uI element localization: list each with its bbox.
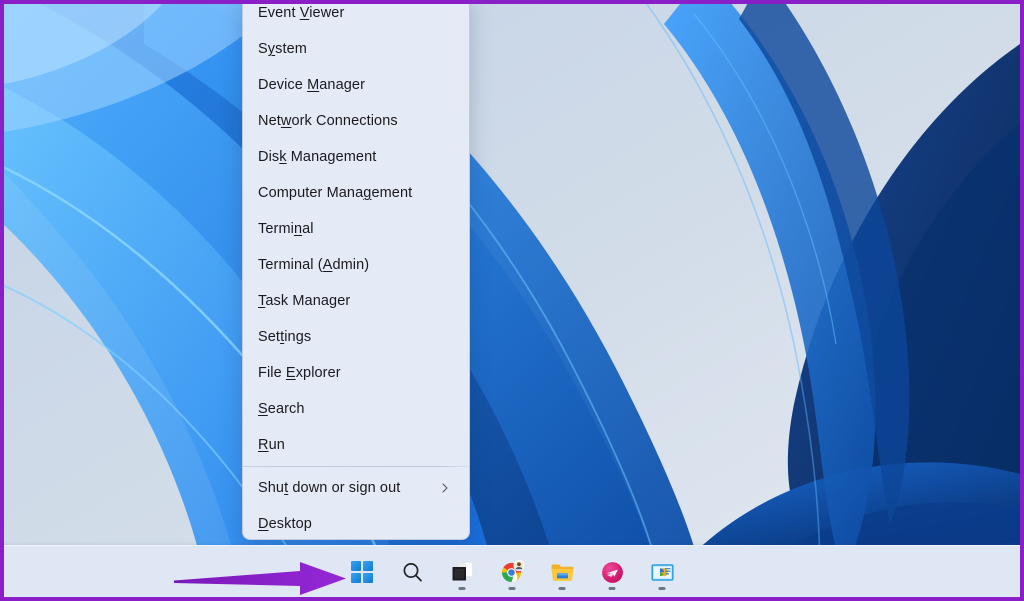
desktop-wallpaper[interactable] bbox=[4, 4, 1020, 597]
chevron-right-icon bbox=[439, 482, 451, 494]
menu-item-label: Task Manager bbox=[258, 293, 351, 309]
menu-item-label: Search bbox=[258, 401, 305, 417]
windows-start-icon bbox=[350, 560, 375, 585]
menu-item-desktop[interactable]: Desktop bbox=[243, 506, 469, 539]
wallpaper-artwork bbox=[4, 4, 1020, 597]
menu-item-run[interactable]: Run bbox=[243, 427, 469, 463]
taskbar-button-tray bbox=[341, 546, 683, 597]
taskbar-task-view-button[interactable] bbox=[441, 551, 483, 593]
taskbar[interactable] bbox=[4, 545, 1020, 597]
google-chrome-icon bbox=[500, 559, 525, 585]
search-icon bbox=[400, 560, 425, 585]
running-indicator bbox=[608, 587, 616, 590]
menu-separator bbox=[243, 466, 469, 467]
menu-item-disk-management[interactable]: Disk Management bbox=[243, 139, 469, 175]
running-indicator bbox=[458, 587, 466, 590]
menu-item-label: File Explorer bbox=[258, 365, 341, 381]
menu-item-label: Terminal bbox=[258, 221, 314, 237]
menu-item-file-explorer[interactable]: File Explorer bbox=[243, 355, 469, 391]
running-indicator bbox=[658, 587, 666, 590]
menu-item-device-manager[interactable]: Device Manager bbox=[243, 67, 469, 103]
blue-presentation-app-icon bbox=[650, 560, 675, 585]
taskbar-search-button[interactable] bbox=[391, 551, 433, 593]
menu-item-label: Run bbox=[258, 437, 285, 453]
winx-quick-link-menu[interactable]: Event Viewer System Device Manager Netwo… bbox=[242, 4, 470, 540]
running-indicator bbox=[508, 587, 516, 590]
menu-item-label: System bbox=[258, 41, 307, 57]
menu-item-label: Desktop bbox=[258, 516, 312, 532]
menu-item-settings[interactable]: Settings bbox=[243, 319, 469, 355]
menu-item-label: Shut down or sign out bbox=[258, 480, 401, 496]
taskbar-pink-app-button[interactable] bbox=[591, 551, 633, 593]
menu-item-shut-down-or-sign-out[interactable]: Shut down or sign out bbox=[243, 470, 469, 506]
menu-item-terminal[interactable]: Terminal bbox=[243, 211, 469, 247]
taskbar-file-explorer-button[interactable] bbox=[541, 551, 583, 593]
menu-item-label: Network Connections bbox=[258, 113, 398, 129]
screenshot-root: Event Viewer System Device Manager Netwo… bbox=[0, 0, 1024, 601]
menu-item-event-viewer[interactable]: Event Viewer bbox=[243, 4, 469, 31]
menu-item-system[interactable]: System bbox=[243, 31, 469, 67]
menu-item-label: Device Manager bbox=[258, 77, 365, 93]
taskbar-start-button[interactable] bbox=[341, 551, 383, 593]
running-indicator bbox=[558, 587, 566, 590]
menu-item-network-connections[interactable]: Network Connections bbox=[243, 103, 469, 139]
taskbar-presentation-app-button[interactable] bbox=[641, 551, 683, 593]
taskbar-google-chrome-button[interactable] bbox=[491, 551, 533, 593]
task-view-icon bbox=[450, 560, 475, 585]
menu-item-task-manager[interactable]: Task Manager bbox=[243, 283, 469, 319]
menu-item-label: Disk Management bbox=[258, 149, 377, 165]
winx-menu-list: Event Viewer System Device Manager Netwo… bbox=[243, 4, 469, 539]
menu-item-label: Computer Management bbox=[258, 185, 413, 201]
menu-item-label: Terminal (Admin) bbox=[258, 257, 370, 273]
pink-app-icon bbox=[600, 560, 625, 585]
menu-item-terminal-admin[interactable]: Terminal (Admin) bbox=[243, 247, 469, 283]
menu-item-computer-management[interactable]: Computer Management bbox=[243, 175, 469, 211]
file-explorer-icon bbox=[550, 560, 575, 585]
menu-item-label: Event Viewer bbox=[258, 5, 345, 21]
menu-item-label: Settings bbox=[258, 329, 312, 345]
menu-item-search[interactable]: Search bbox=[243, 391, 469, 427]
